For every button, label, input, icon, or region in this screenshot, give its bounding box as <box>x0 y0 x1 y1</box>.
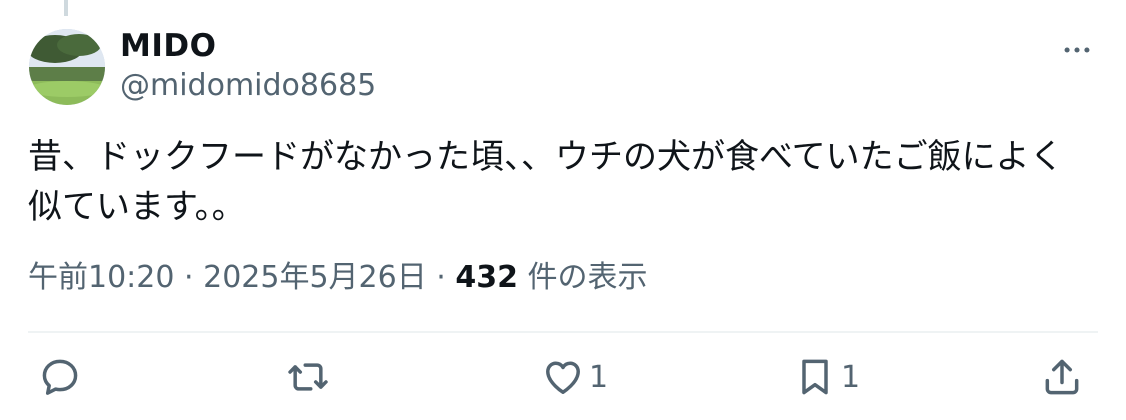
like-count: 1 <box>589 359 609 395</box>
heart-icon <box>546 361 580 394</box>
share-button[interactable] <box>1040 345 1084 409</box>
like-button[interactable]: 1 <box>541 345 608 409</box>
views-label: 件の表示 <box>527 260 648 295</box>
tweet-date[interactable]: 2025年5月26日 <box>203 260 427 295</box>
views-count: 432 <box>455 260 518 295</box>
tweet-text: 昔、ドックフードがなかった頃、、ウチの犬が食べていたご飯によく似ています。。 <box>28 137 1064 227</box>
tweet-metadata: 午前10:20 · 2025年5月26日 · 432 件の表示 <box>28 256 648 300</box>
divider <box>28 331 1098 333</box>
tweet-time[interactable]: 午前10:20 <box>28 260 174 295</box>
reply-icon <box>42 359 78 395</box>
bookmark-icon <box>802 359 828 395</box>
retweet-button[interactable] <box>286 345 330 409</box>
author-display-name[interactable]: MIDO <box>120 26 216 66</box>
more-options-button[interactable] <box>1057 30 1097 70</box>
reply-button[interactable] <box>38 345 82 409</box>
author-handle[interactable]: @midomido8685 <box>120 66 376 106</box>
bookmark-button[interactable]: 1 <box>793 345 860 409</box>
thread-connector-line <box>64 0 68 16</box>
more-horizontal-icon <box>1064 47 1090 53</box>
meta-separator: · <box>184 260 194 295</box>
avatar[interactable] <box>29 29 105 105</box>
bookmark-count: 1 <box>841 359 861 395</box>
meta-separator: · <box>436 260 446 295</box>
avatar-landscape-image <box>29 29 105 105</box>
retweet-icon <box>288 363 328 391</box>
action-bar: 1 1 <box>0 345 1126 409</box>
share-icon <box>1045 359 1079 395</box>
